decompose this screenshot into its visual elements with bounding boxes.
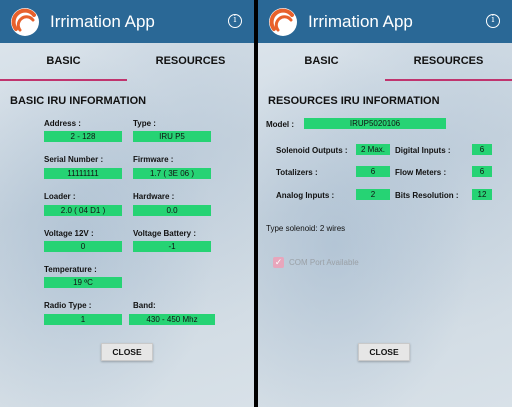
totalizers-label: Totalizers : — [276, 168, 318, 177]
loader-value: 2.0 ( 04 D1 ) — [44, 205, 122, 216]
app-title: Irrimation App — [50, 12, 155, 31]
app-title: Irrimation App — [308, 12, 413, 31]
flow-meters-value: 6 — [472, 166, 492, 177]
voltage-battery-label: Voltage Battery : — [133, 229, 196, 238]
app-logo-icon — [11, 8, 39, 36]
model-label: Model : — [266, 120, 294, 129]
tab-bar: BASIC RESOURCES — [0, 43, 254, 81]
band-value: 430 - 450 Mhz — [129, 314, 215, 325]
address-label: Address : — [44, 119, 81, 128]
model-value: IRUP5020106 — [304, 118, 446, 129]
tab-resources[interactable]: RESOURCES — [127, 43, 254, 81]
digital-inputs-label: Digital Inputs : — [395, 146, 451, 155]
voltage-12v-value: 0 — [44, 241, 122, 252]
app-bar: Irrimation App i — [258, 0, 512, 43]
firmware-label: Firmware : — [133, 155, 174, 164]
type-label: Type : — [133, 119, 156, 128]
band-label: Band: — [133, 301, 156, 310]
com-port-label: COM Port Available — [289, 258, 359, 267]
temperature-value: 19 ºC — [44, 277, 122, 288]
bits-resolution-value: 12 — [472, 189, 492, 200]
basic-screen: Irrimation App i BASIC RESOURCES BASIC I… — [0, 0, 254, 407]
bits-resolution-label: Bits Resolution : — [395, 191, 459, 200]
hardware-value: 0.0 — [133, 205, 211, 216]
tab-basic[interactable]: BASIC — [0, 43, 127, 81]
close-button[interactable]: CLOSE — [358, 343, 410, 361]
com-port-checkbox[interactable]: ✓ — [273, 257, 284, 268]
loader-label: Loader : — [44, 192, 76, 201]
analog-inputs-value: 2 — [356, 189, 390, 200]
close-button[interactable]: CLOSE — [101, 343, 153, 361]
tab-indicator — [0, 79, 127, 81]
digital-inputs-value: 6 — [472, 144, 492, 155]
resources-screen: Irrimation App i BASIC RESOURCES RESOURC… — [258, 0, 512, 407]
temperature-label: Temperature : — [44, 265, 97, 274]
voltage-12v-label: Voltage 12V : — [44, 229, 94, 238]
tab-resources[interactable]: RESOURCES — [385, 43, 512, 81]
radio-type-value: 1 — [44, 314, 122, 325]
solenoid-outputs-label: Solenoid Outputs : — [276, 146, 348, 155]
section-title: RESOURCES IRU INFORMATION — [268, 95, 440, 107]
voltage-battery-value: -1 — [133, 241, 211, 252]
tab-bar: BASIC RESOURCES — [258, 43, 512, 81]
firmware-value: 1.7 ( 3E 06 ) — [133, 168, 211, 179]
hardware-label: Hardware : — [133, 192, 175, 201]
type-solenoid-text: Type solenoid: 2 wires — [266, 224, 346, 233]
app-bar: Irrimation App i — [0, 0, 254, 43]
tab-indicator — [385, 79, 512, 81]
address-value: 2 - 128 — [44, 131, 122, 142]
type-value: IRU P5 — [133, 131, 211, 142]
analog-inputs-label: Analog Inputs : — [276, 191, 335, 200]
totalizers-value: 6 — [356, 166, 390, 177]
solenoid-outputs-value: 2 Max. — [356, 144, 390, 155]
section-title: BASIC IRU INFORMATION — [10, 95, 147, 107]
info-icon[interactable]: i — [228, 14, 242, 28]
serial-number-value: 11111111 — [44, 168, 122, 179]
info-icon[interactable]: i — [486, 14, 500, 28]
radio-type-label: Radio Type : — [44, 301, 92, 310]
flow-meters-label: Flow Meters : — [395, 168, 447, 177]
tab-basic[interactable]: BASIC — [258, 43, 385, 81]
app-logo-icon — [269, 8, 297, 36]
serial-number-label: Serial Number : — [44, 155, 104, 164]
